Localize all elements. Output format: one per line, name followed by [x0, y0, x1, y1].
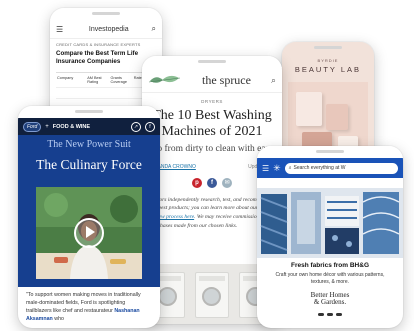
washer-image [195, 272, 229, 318]
search-placeholder: Search everything at W [293, 165, 346, 171]
product-box [296, 92, 322, 126]
phone-notch [257, 146, 403, 158]
article-category: CREDIT CARDS & INSURANCE EXPERTS [56, 42, 141, 47]
article-title: The 10 Best Washing Machines of 2021 [152, 108, 272, 140]
investopedia-header: ☰ Investopedia ⌕ [50, 20, 162, 39]
promo-title: Fresh fabrics from BH&G [290, 262, 370, 269]
search-input[interactable]: ⌕ Search everything at W [284, 162, 398, 174]
fabrics-image [257, 188, 403, 258]
search-icon: ⌕ [288, 165, 292, 171]
carousel-dot[interactable] [336, 313, 342, 316]
product-box [326, 104, 348, 130]
food-wine-header: Ford + FOOD & WINE ↗ f [18, 118, 160, 135]
carousel-dot[interactable] [318, 313, 324, 316]
spark-logo-icon[interactable]: ✳ [273, 163, 281, 174]
product-image [288, 82, 368, 156]
leaf-logo-icon [148, 75, 181, 83]
table-cell [109, 88, 133, 99]
byline: AMANDA CROWNO Updated on [150, 164, 274, 170]
fabric-phone: ☰ ✳ ⌕ Search everything at W Fresh fabri… [257, 146, 403, 328]
phone-notch [18, 106, 160, 118]
article-category[interactable]: DRYERS [142, 99, 282, 104]
food-wine-logo[interactable]: FOOD & WINE [53, 124, 127, 130]
menu-icon[interactable]: ☰ [56, 25, 66, 34]
comparison-table: Company AM Best Rating Grants Coverage R… [56, 71, 156, 110]
carousel-indicator[interactable] [318, 313, 342, 316]
store-header: ☰ ✳ ⌕ Search everything at W [257, 158, 403, 178]
phone-notch [282, 42, 374, 54]
beauty-lab-title: BEAUTY LAB [294, 65, 362, 74]
phone-notch [142, 56, 282, 68]
table-cell [86, 88, 110, 99]
article-title: Compare the Best Term Life Insurance Com… [56, 50, 139, 65]
phone-notch [50, 8, 162, 20]
hero-headline: The Culinary Force [36, 157, 142, 172]
facebook-icon[interactable]: f [207, 177, 217, 188]
share-icon[interactable]: ↗ [131, 121, 141, 132]
byrdie-logo: BYRDIE [317, 58, 339, 63]
promo-subtitle: Craft your own home décor with various p… [275, 272, 385, 285]
investopedia-logo[interactable]: Investopedia [66, 26, 152, 33]
body-suffix: who [52, 315, 64, 322]
carousel-dot[interactable] [327, 313, 333, 316]
video-player[interactable] [36, 187, 142, 279]
table-cell [56, 88, 87, 99]
facebook-icon[interactable]: f [145, 121, 155, 132]
article-body: "To support women making moves in tradit… [26, 292, 152, 324]
pinterest-icon[interactable]: p [192, 177, 202, 188]
ford-logo[interactable]: Ford [23, 121, 42, 132]
spruce-header: the spruce ⌕ [142, 68, 282, 93]
table-header: Company [56, 73, 87, 88]
spruce-logo[interactable]: the spruce [182, 74, 271, 86]
search-icon[interactable]: ⌕ [271, 75, 276, 86]
hero-kicker: The New Power Suit [47, 139, 131, 150]
bhg-logo-line: & Gardens. [313, 298, 347, 307]
email-icon[interactable]: ✉ [222, 177, 232, 188]
table-header: Grants Coverage [109, 73, 133, 88]
hero-banner: The New Power Suit The Culinary Force [18, 135, 160, 287]
beauty-lab-phone: BYRDIE BEAUTY LAB [282, 42, 374, 162]
play-button-icon[interactable] [74, 218, 104, 248]
search-icon[interactable]: ⌕ [152, 24, 156, 34]
food-wine-phone: Ford + FOOD & WINE ↗ f The New Power Sui… [18, 106, 160, 328]
disclosure-prefix: Editors independently research, test, an… [150, 196, 269, 212]
table-header: AM Best Rating [86, 73, 110, 88]
plus-icon: + [45, 123, 49, 130]
fabrics-photo [257, 188, 403, 258]
menu-icon[interactable]: ☰ [262, 164, 269, 173]
disclosure-text: Editors independently research, test, an… [150, 196, 274, 231]
bhg-logo[interactable]: Better Homes & Gardens. [257, 291, 403, 307]
